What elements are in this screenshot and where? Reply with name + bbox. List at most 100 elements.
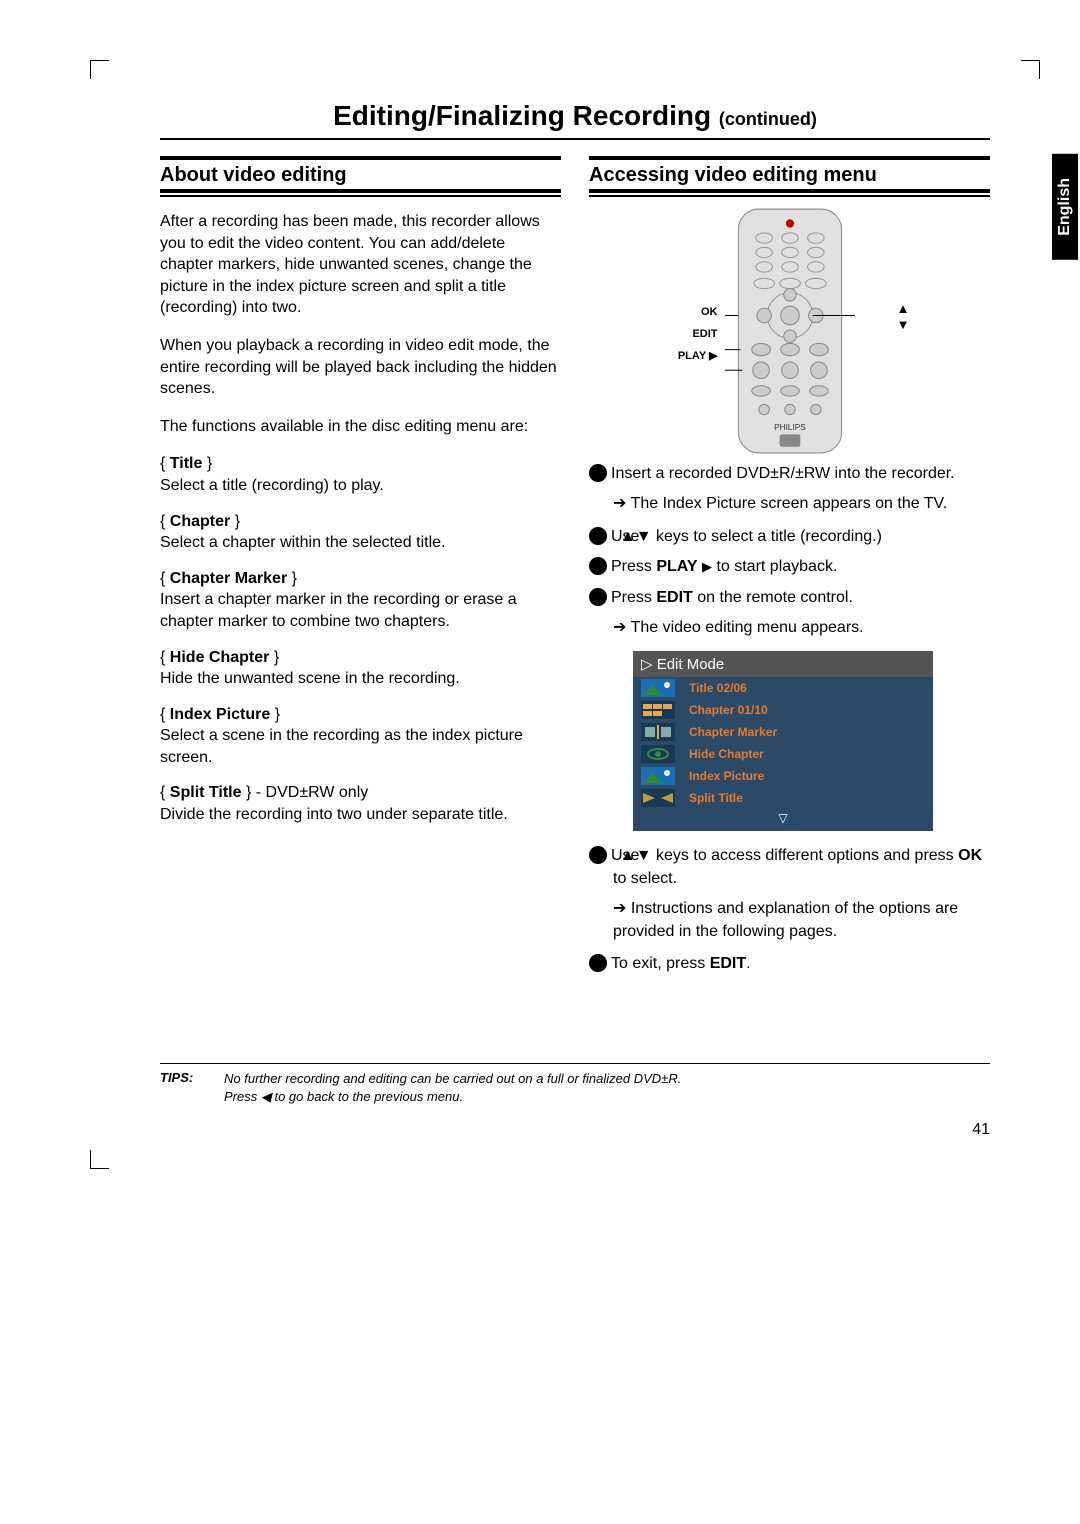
triangle-right-icon: ▷ — [641, 656, 657, 673]
item-label: Hide Chapter — [689, 747, 764, 761]
edit-label: EDIT — [710, 955, 746, 972]
function-name: Hide Chapter — [170, 649, 270, 666]
step-sub-text: Instructions and explanation of the opti… — [613, 900, 958, 939]
step-6: 6To exit, press EDIT. — [589, 953, 990, 975]
function-desc: Insert a chapter marker in the recording… — [160, 591, 517, 630]
step-4: 4Press EDIT on the remote control. — [589, 587, 990, 609]
function-name: Chapter Marker — [170, 570, 287, 587]
edit-row-split: Split Title — [633, 787, 933, 809]
function-name: Split Title — [170, 784, 242, 801]
index-picture-icon — [641, 767, 675, 785]
about-heading: About video editing — [160, 164, 561, 187]
edit-row-index: Index Picture — [633, 765, 933, 787]
function-desc: Hide the unwanted scene in the recording… — [160, 670, 460, 687]
edit-panel-title: Edit Mode — [657, 656, 725, 673]
function-chapter: { Chapter } Select a chapter within the … — [160, 511, 561, 554]
page-title: Editing/Finalizing Recording (continued) — [160, 100, 990, 132]
tips-rule — [160, 1063, 990, 1064]
play-label: PLAY ▶ — [660, 345, 718, 367]
step-num-icon: 1 — [589, 464, 607, 482]
function-desc: Select a chapter within the selected tit… — [160, 534, 446, 551]
title-rule — [160, 138, 990, 140]
function-chapter-marker: { Chapter Marker } Insert a chapter mark… — [160, 568, 561, 633]
step-text-post: keys to select a title (recording.) — [652, 528, 882, 545]
hide-chapter-icon — [641, 745, 675, 763]
left-column: About video editing After a recording ha… — [160, 156, 561, 983]
right-column: Accessing video editing menu OK EDIT PLA… — [589, 156, 990, 983]
down-arrow-icon: ▽ — [633, 809, 933, 831]
chapter-icon — [641, 701, 675, 719]
remote-svg-icon: PHILIPS — [725, 207, 855, 455]
heading-rule — [589, 156, 990, 162]
heading-rule — [160, 156, 561, 162]
up-down-icon: ▲▼ — [644, 845, 652, 867]
up-down-icon: ▲▼ — [644, 526, 652, 548]
page-number: 41 — [160, 1121, 990, 1139]
accessing-heading: Accessing video editing menu — [589, 164, 990, 187]
function-hide-chapter: { Hide Chapter } Hide the unwanted scene… — [160, 647, 561, 690]
language-tab: English — [1052, 154, 1078, 260]
step-1-sub: ➔ The Index Picture screen appears on th… — [589, 493, 990, 515]
arrow-right-icon: ➔ — [613, 900, 631, 917]
edit-panel-header: ▷ Edit Mode — [633, 651, 933, 677]
edit-mode-panel: ▷ Edit Mode Title 02/06 Chapter 01/10 Ch… — [633, 651, 933, 831]
function-name: Index Picture — [170, 706, 270, 723]
step-num-icon: 5 — [589, 846, 607, 864]
function-name: Title — [170, 455, 203, 472]
function-suffix: - DVD±RW only — [251, 784, 368, 801]
step-text-pre: Press — [611, 558, 656, 575]
step-4-sub: ➔ The video editing menu appears. — [589, 617, 990, 639]
item-label: Chapter 01/10 — [689, 703, 768, 717]
ok-label: OK — [958, 847, 982, 864]
function-title: { Title } Select a title (recording) to … — [160, 453, 561, 496]
item-label: Title 02/06 — [689, 681, 747, 695]
step-num-icon: 2 — [589, 527, 607, 545]
step-3: 3Press PLAY ▶ to start playback. — [589, 556, 990, 578]
item-label: Split Title — [689, 791, 743, 805]
edit-label: EDIT — [656, 589, 692, 606]
step-text-pre: Press — [611, 589, 656, 606]
step-text-mid: keys to access different options and pre… — [652, 847, 959, 864]
function-name: Chapter — [170, 513, 230, 530]
function-desc: Select a scene in the recording as the i… — [160, 727, 523, 766]
edit-row-hide: Hide Chapter — [633, 743, 933, 765]
item-label: Index Picture — [689, 769, 764, 783]
intro-paragraph: After a recording has been made, this re… — [160, 211, 561, 319]
left-triangle-icon: ◀ — [261, 1089, 271, 1104]
page-title-sub: (continued) — [719, 109, 817, 129]
step-num-icon: 6 — [589, 954, 607, 972]
step-text-pre: To exit, press — [611, 955, 710, 972]
function-index-picture: { Index Picture } Select a scene in the … — [160, 704, 561, 769]
split-title-icon — [641, 789, 675, 807]
edit-label: EDIT — [660, 323, 718, 345]
page-title-main: Editing/Finalizing Recording — [333, 100, 719, 131]
title-icon — [641, 679, 675, 697]
step-1: 1Insert a recorded DVD±R/±RW into the re… — [589, 463, 990, 485]
function-split-title: { Split Title } - DVD±RW only Divide the… — [160, 782, 561, 825]
step-text-post: on the remote control. — [693, 589, 853, 606]
item-label: Chapter Marker — [689, 725, 777, 739]
step-text-post: to start playback. — [712, 558, 837, 575]
manual-page: Editing/Finalizing Recording (continued)… — [0, 0, 1080, 1199]
heading-rule — [160, 189, 561, 195]
chapter-marker-icon — [641, 723, 675, 741]
step-num-icon: 3 — [589, 557, 607, 575]
svg-text:PHILIPS: PHILIPS — [774, 423, 806, 432]
play-label: PLAY — [656, 558, 697, 575]
tips-line2-post: to go back to the previous menu. — [271, 1089, 463, 1104]
edit-row-chapter: Chapter 01/10 — [633, 699, 933, 721]
step-5: 5Use ▲▼ keys to access different options… — [589, 845, 990, 890]
step-text-post: to select. — [613, 870, 677, 887]
heading-rule — [589, 189, 990, 195]
step-sub-text: The Index Picture screen appears on the … — [631, 495, 948, 512]
edit-row-marker: Chapter Marker — [633, 721, 933, 743]
arrow-right-icon: ➔ — [613, 619, 631, 636]
edit-row-title: Title 02/06 — [633, 677, 933, 699]
up-down-icon: ▲▼ — [897, 301, 910, 332]
step-num-icon: 4 — [589, 588, 607, 606]
step-text-post: . — [746, 955, 750, 972]
functions-intro: The functions available in the disc edit… — [160, 416, 561, 438]
remote-illustration: OK EDIT PLAY ▶ ▲▼ — [660, 207, 920, 455]
crop-mark — [90, 1150, 109, 1169]
crop-mark — [1021, 60, 1040, 79]
